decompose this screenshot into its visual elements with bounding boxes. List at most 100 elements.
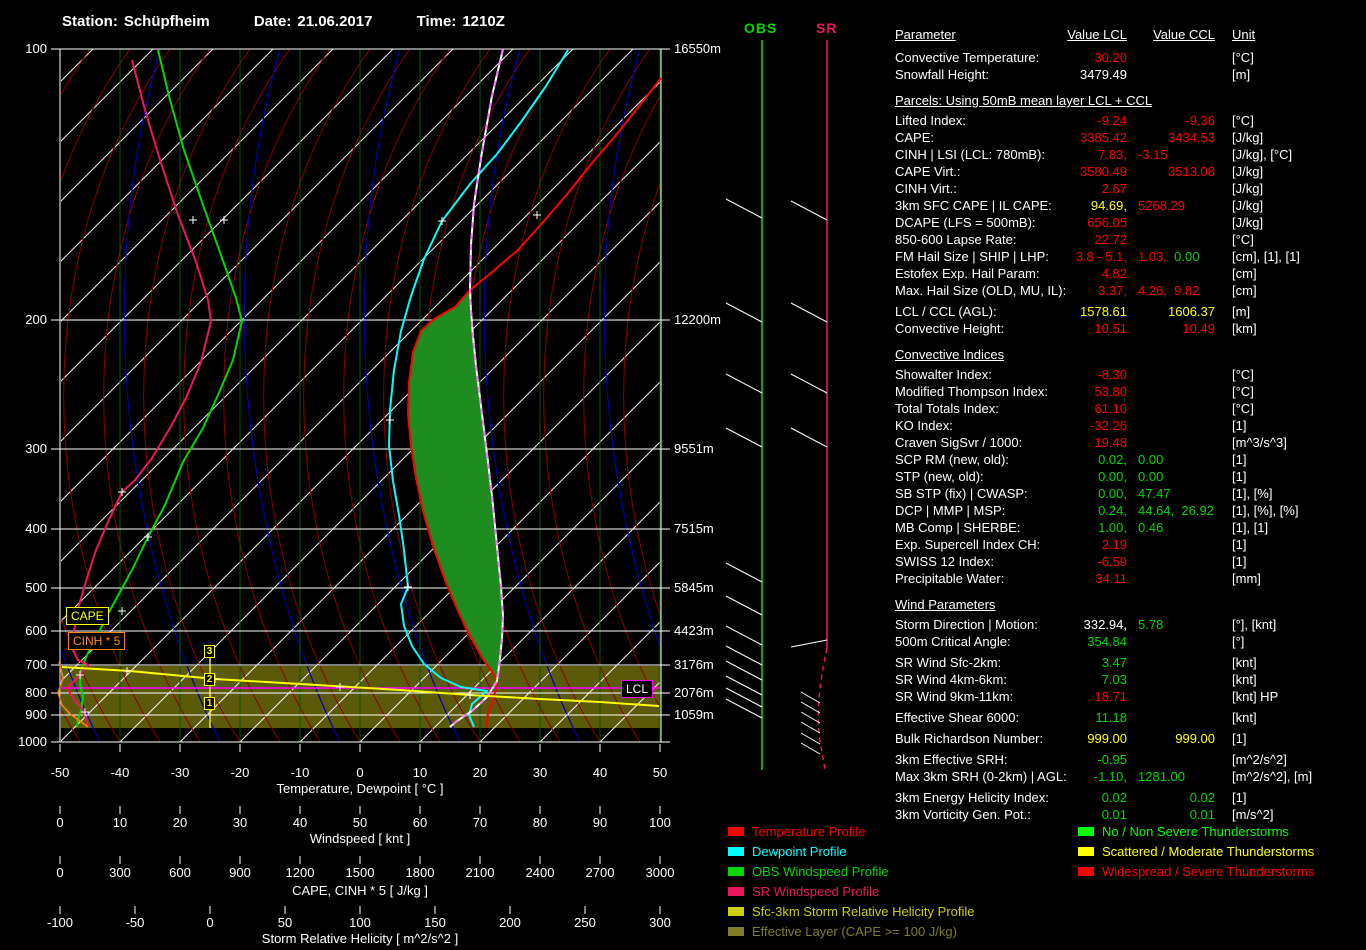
windspeed-tick-label: 90 — [593, 815, 607, 830]
severity-legend-item: Scattered / Moderate Thunderstorms — [1078, 841, 1314, 861]
temperature-axis-title: Temperature, Dewpoint [ °C ] — [276, 781, 444, 796]
row-unit: [cm] — [1232, 266, 1257, 281]
table-section-title: Convective Indices — [895, 347, 1005, 362]
windspeed-tick-label: 30 — [233, 815, 247, 830]
row-value-lcl: -8.30 — [1097, 367, 1127, 382]
altitude-label: 2076m — [674, 685, 714, 700]
table-row: Modified Thompson Index: 53.80 [°C] — [895, 384, 1361, 401]
severity-legend: No / Non Severe Thunderstorms Scattered /… — [1078, 821, 1314, 881]
srh-tick-label: 300 — [649, 915, 671, 930]
row-unit: [cm] — [1232, 283, 1257, 298]
temperature-tick-label: 20 — [473, 765, 487, 780]
obs-wind-barb — [725, 645, 763, 666]
pressure-tick-label: 400 — [25, 521, 47, 536]
row-value-mid: 4.26, 9.82 — [1138, 283, 1200, 298]
table-row: 3km Effective SRH: -0.95 [m^2/s^2] — [895, 752, 1361, 769]
table-row: MB Comp | SHERBE: 1.00, 0.46 [1], [1] — [895, 520, 1361, 537]
row-value-mid: 47.47 — [1138, 486, 1171, 501]
row-value-mid: 1281.00 — [1138, 769, 1185, 784]
cape-box-label: CAPE — [66, 607, 109, 625]
legend-label: Effective Layer (CAPE >= 100 J/kg) — [752, 923, 957, 939]
srh-tick-label: 200 — [499, 915, 521, 930]
row-value-lcl: -0.95 — [1097, 752, 1127, 767]
table-row: SR Wind Sfc-2km: 3.47 [knt] — [895, 655, 1361, 672]
temperature-tick-label: -30 — [171, 765, 190, 780]
legend-swatch-icon — [1078, 826, 1094, 836]
table-row: SWISS 12 Index: -6.59 [1] — [895, 554, 1361, 571]
row-value-lcl: 2.19 — [1101, 537, 1127, 552]
parameter-table: Parameter Value LCL Value CCL Unit Conve… — [895, 27, 1361, 824]
row-value-lcl: 0.24, — [1098, 503, 1127, 518]
row-unit: [J/kg] — [1232, 215, 1264, 230]
row-unit: [1] — [1232, 731, 1247, 746]
temperature-tick-label: -10 — [291, 765, 310, 780]
table-row: SB STP (fix) | CWASP: 0.00, 47.47 [1], [%] — [895, 486, 1361, 503]
sr-wind-barb — [800, 691, 821, 704]
profile-legend-item: Effective Layer (CAPE >= 100 J/kg) — [728, 921, 975, 941]
sr-wind-barb — [800, 711, 821, 724]
temperature-tick-label: 40 — [593, 765, 607, 780]
row-unit: [m] — [1232, 67, 1251, 82]
table-row: 3km Energy Helicity Index: 0.02 0.02 [1] — [895, 790, 1361, 807]
row-value-mid: 0.46 — [1138, 520, 1164, 535]
profile-legend-item: Temperature Profile — [728, 821, 975, 841]
pressure-tick-label: 600 — [25, 623, 47, 638]
row-unit: [m^3/s^3] — [1232, 435, 1287, 450]
row-value-mid: -3.15 — [1138, 147, 1168, 162]
altitude-label: 12200m — [674, 312, 721, 327]
pressure-tick-label: 100 — [25, 41, 47, 56]
altitude-label: 9551m — [674, 441, 714, 456]
row-value-lcl: 4.82 — [1101, 266, 1127, 281]
km-height-marker: 3 — [204, 645, 215, 658]
row-value-mid: 44.64, 26.92 — [1138, 503, 1214, 518]
row-value-ccl: 0.01 — [1189, 807, 1215, 822]
pressure-tick-label: 200 — [25, 312, 47, 327]
row-value-lcl: 1.00, — [1098, 520, 1127, 535]
pressure-tick-label: 300 — [25, 441, 47, 456]
profile-legend-item: Sfc-3km Storm Relative Helicity Profile — [728, 901, 975, 921]
row-value-lcl: 354.84 — [1087, 634, 1127, 649]
cape-tick-label: 3000 — [646, 865, 675, 880]
obs-wind-barb — [725, 660, 763, 681]
row-unit: [m^2/s^2] — [1232, 752, 1287, 767]
table-row: DCAPE (LFS = 500mB): 656.05 [J/kg] — [895, 215, 1361, 232]
sr-wind-barb — [800, 721, 821, 734]
row-unit: [cm], [1], [1] — [1232, 249, 1300, 264]
altitude-label: 4423m — [674, 623, 714, 638]
obs-wind-column-label: OBS — [744, 20, 778, 36]
table-row: Effective Shear 6000: 11.18 [knt] — [895, 710, 1361, 727]
cape-tick-label: 1500 — [346, 865, 375, 880]
windspeed-tick-label: 60 — [413, 815, 427, 830]
cinh-box-label: CINH * 5 — [68, 632, 126, 650]
row-unit: [1], [%] — [1232, 486, 1273, 501]
obs-wind-barb — [725, 198, 763, 219]
obs-wind-barb — [725, 595, 763, 616]
legend-swatch-icon — [1078, 846, 1094, 856]
km-height-marker: 2 — [204, 673, 215, 686]
legend-label: Widespread / Severe Thunderstorms — [1102, 863, 1315, 879]
km-height-marker: 1 — [204, 697, 215, 710]
row-value-lcl: 30.20 — [1094, 50, 1127, 65]
row-unit: [1] — [1232, 537, 1247, 552]
row-unit: [1] — [1232, 452, 1247, 467]
temperature-tick-label: -40 — [111, 765, 130, 780]
row-unit: [m^2/s^2], [m] — [1232, 769, 1313, 784]
row-value-lcl: 19.48 — [1094, 435, 1127, 450]
row-unit: [1] — [1232, 418, 1247, 433]
cape-tick-label: 2700 — [586, 865, 615, 880]
windspeed-tick-label: 100 — [649, 815, 671, 830]
sounding-analysis-window: Station: Schüpfheim Date: 21.06.2017 Time:… — [0, 0, 1366, 950]
row-value-lcl: 7.03 — [1101, 672, 1127, 687]
row-value-lcl: -32.26 — [1090, 418, 1127, 433]
row-value-ccl: 999.00 — [1175, 731, 1215, 746]
row-value-lcl: 3.37, — [1098, 283, 1127, 298]
row-unit: [m] — [1232, 304, 1251, 319]
legend-label: Dewpoint Profile — [752, 843, 847, 859]
skewt-chart: 100 16550m200 12200m300 9551m400 7515m500 584… — [18, 40, 828, 930]
sr-wind-barb — [790, 200, 828, 221]
table-row: Bulk Richardson Number: 999.00 999.00 [1] — [895, 731, 1361, 748]
windspeed-axis: 0 10 20 30 40 50 60 70 80 90 100 — [56, 806, 671, 830]
table-row: FM Hail Size | SHIP | LHP: 3.8 - 5.1, 1.03… — [895, 249, 1361, 266]
obs-wind-barb — [725, 373, 763, 394]
row-unit: [J/kg], [°C] — [1232, 147, 1293, 162]
